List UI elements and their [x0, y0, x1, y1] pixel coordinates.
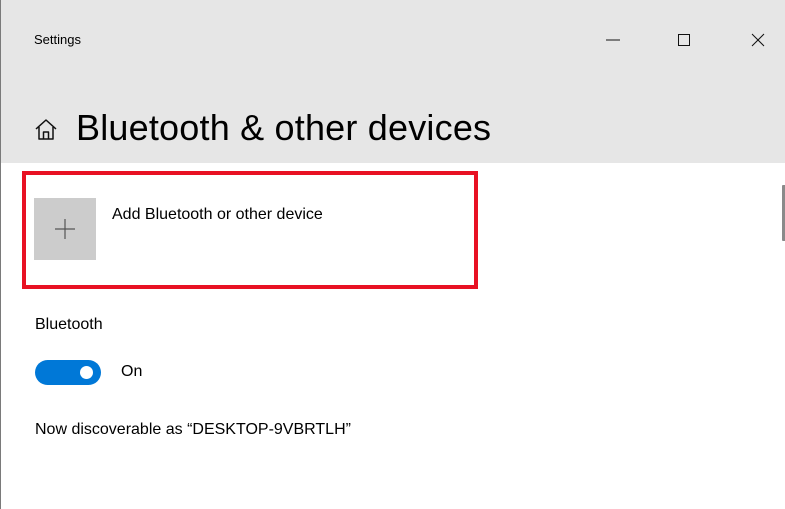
window-title: Settings [34, 32, 81, 47]
settings-window: Settings Bluetooth & other devices Add B… [0, 0, 785, 509]
toggle-knob [80, 366, 93, 379]
add-bluetooth-device-button[interactable]: Add Bluetooth or other device [34, 198, 454, 262]
bluetooth-section-label: Bluetooth [35, 316, 103, 333]
close-icon [751, 33, 765, 47]
discoverable-status-text: Now discoverable as “DESKTOP-9VBRTLH” [35, 421, 351, 438]
page-title: Bluetooth & other devices [76, 107, 492, 148]
home-icon[interactable] [33, 117, 59, 143]
header-area: Settings Bluetooth & other devices [1, 0, 785, 163]
plus-icon [55, 219, 75, 239]
close-button[interactable] [735, 18, 781, 62]
minimize-button[interactable] [590, 18, 636, 62]
bluetooth-toggle[interactable] [35, 360, 101, 385]
minimize-icon [606, 39, 620, 41]
page-header: Bluetooth & other devices [33, 103, 491, 153]
maximize-icon [678, 34, 690, 46]
maximize-button[interactable] [661, 18, 707, 62]
bluetooth-toggle-state: On [121, 363, 143, 380]
add-device-tile [34, 198, 96, 260]
add-device-label: Add Bluetooth or other device [112, 206, 323, 223]
